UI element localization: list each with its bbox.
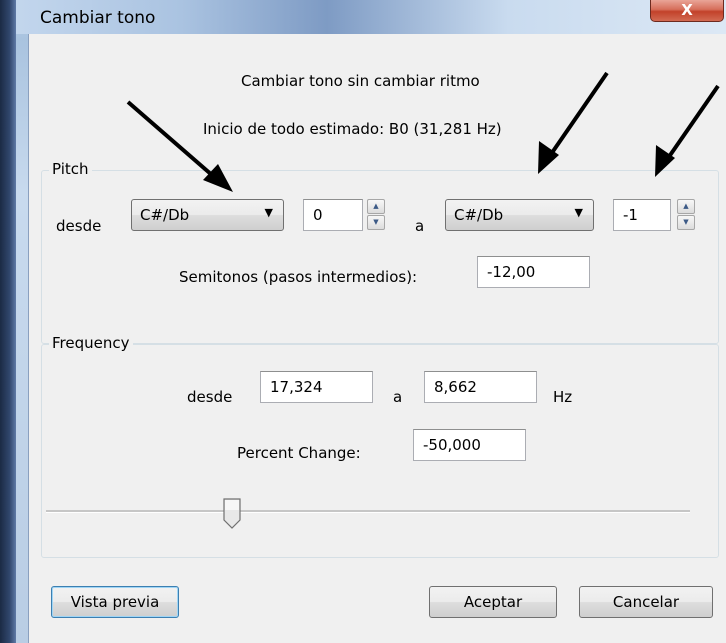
pitch-from-octave-value: 0 xyxy=(313,206,323,224)
pitch-to-label: a xyxy=(415,217,425,235)
pitch-from-note-select[interactable]: C#/Db ▼ xyxy=(131,199,284,231)
pitch-from-note-value: C#/Db xyxy=(140,206,190,224)
window-title: Cambiar tono xyxy=(40,8,156,28)
pitch-to-octave-value: -1 xyxy=(623,206,638,224)
frequency-from-label: desde xyxy=(187,388,233,406)
pitch-group-title: Pitch xyxy=(49,160,92,178)
pitch-from-label: desde xyxy=(56,217,102,235)
semitones-input[interactable]: -12,00 xyxy=(477,256,590,288)
percent-change-label: Percent Change: xyxy=(237,444,361,462)
semitones-value: -12,00 xyxy=(487,263,536,281)
pitch-from-octave-spinner[interactable]: ▲ ▼ xyxy=(367,199,385,231)
frequency-unit: Hz xyxy=(553,388,573,406)
close-button[interactable]: X xyxy=(650,0,724,22)
frequency-slider-track[interactable] xyxy=(46,510,690,513)
chevron-down-icon: ▼ xyxy=(574,206,583,219)
frequency-group-title: Frequency xyxy=(49,334,133,352)
pitch-to-note-select[interactable]: C#/Db ▼ xyxy=(445,199,594,231)
pitch-to-octave-input[interactable]: -1 xyxy=(613,199,671,231)
pitch-to-octave-spinner[interactable]: ▲ ▼ xyxy=(677,199,695,231)
spin-up-icon[interactable]: ▲ xyxy=(367,199,385,214)
chevron-down-icon: ▼ xyxy=(264,206,273,219)
frequency-to-value: 8,662 xyxy=(434,378,477,396)
pitch-from-octave-input[interactable]: 0 xyxy=(303,199,363,231)
percent-change-input[interactable]: -50,000 xyxy=(413,429,526,461)
frequency-from-value: 17,324 xyxy=(270,378,323,396)
close-icon: X xyxy=(681,1,693,19)
pitch-group xyxy=(41,170,719,344)
percent-change-value: -50,000 xyxy=(423,436,481,454)
semitones-label: Semitonos (pasos intermedios): xyxy=(179,268,418,286)
frequency-from-input[interactable]: 17,324 xyxy=(260,371,373,403)
dialog-client-area: Cambiar tono sin cambiar ritmo Inicio de… xyxy=(28,34,726,643)
window-edge xyxy=(0,0,16,643)
spin-down-icon[interactable]: ▼ xyxy=(367,215,385,230)
ok-button[interactable]: Aceptar xyxy=(429,586,557,618)
cancel-button[interactable]: Cancelar xyxy=(579,586,713,618)
dialog-heading: Cambiar tono sin cambiar ritmo xyxy=(241,72,480,90)
frequency-group xyxy=(41,344,719,558)
frequency-to-label: a xyxy=(393,388,403,406)
pitch-to-note-value: C#/Db xyxy=(454,206,504,224)
frequency-to-input[interactable]: 8,662 xyxy=(424,371,537,403)
estimated-start-label: Inicio de todo estimado: B0 (31,281 Hz) xyxy=(203,120,502,138)
preview-button[interactable]: Vista previa xyxy=(51,586,179,618)
spin-down-icon[interactable]: ▼ xyxy=(677,215,695,230)
spin-up-icon[interactable]: ▲ xyxy=(677,199,695,214)
frequency-slider-thumb[interactable] xyxy=(222,498,242,530)
